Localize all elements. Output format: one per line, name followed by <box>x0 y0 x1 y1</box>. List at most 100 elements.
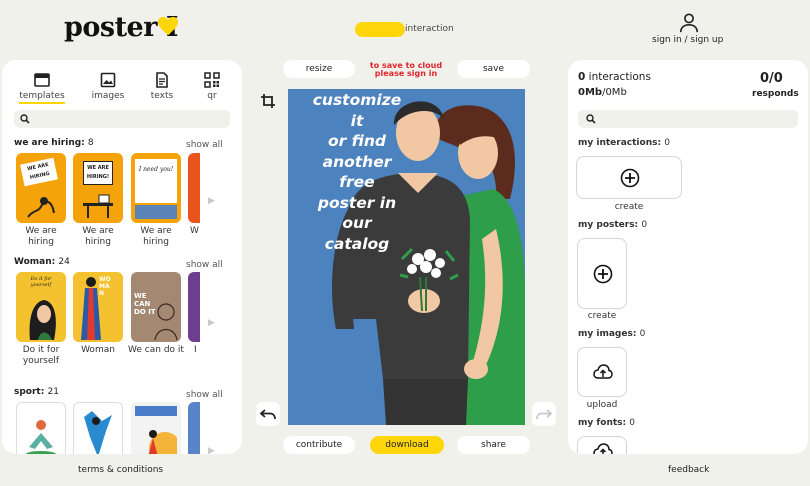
template-thumb-woman-4[interactable] <box>188 272 200 342</box>
account-panel: 0 interactions 0Mb/0Mb 0/0 responds my i… <box>568 60 808 454</box>
interaction-toggle[interactable] <box>355 22 405 37</box>
plus-circle-icon <box>620 168 640 188</box>
template-caption: We can do it <box>128 345 184 355</box>
template-caption: Do it for yourself <box>22 345 60 366</box>
redo-button[interactable] <box>532 402 556 426</box>
my-interactions-count: 0 <box>664 138 670 148</box>
create-interaction-card[interactable] <box>576 156 682 199</box>
thumb-banner <box>135 406 177 416</box>
heart-icon <box>158 16 178 36</box>
section-count: 8 <box>87 138 94 148</box>
search-icon <box>586 114 596 124</box>
template-thumb-hiring-2[interactable]: WE ARE HIRING! <box>73 153 123 223</box>
template-caption: We are hiring <box>25 226 57 247</box>
document-icon <box>156 72 168 88</box>
scroll-right-icon[interactable]: ▶ <box>208 318 215 328</box>
scroll-right-icon[interactable]: ▶ <box>208 446 215 454</box>
show-all-hiring-link[interactable]: show all <box>186 140 223 150</box>
signin-link[interactable]: sign in / sign up <box>652 35 723 45</box>
save-warning: to save to cloud please sign in <box>362 62 450 78</box>
responds-value: 0/0 <box>760 71 783 86</box>
template-caption: Woman <box>81 345 115 355</box>
template-thumb-hiring-3[interactable]: I need you! <box>131 153 181 223</box>
qr-code-icon <box>204 72 220 88</box>
resize-button[interactable]: resize <box>283 60 355 78</box>
template-thumb-sport-3[interactable] <box>131 402 181 454</box>
contribute-button[interactable]: contribute <box>283 436 355 454</box>
template-caption: I <box>194 345 197 355</box>
tab-texts[interactable]: texts <box>136 72 188 101</box>
poster-line: or find <box>327 132 387 150</box>
thumb-illustration <box>27 197 55 218</box>
tab-qr[interactable]: qr <box>186 72 238 101</box>
template-thumb-hiring-4[interactable] <box>188 153 200 223</box>
interactions-label: interactions <box>588 71 651 83</box>
poster-line: free <box>339 173 375 191</box>
thumb-illustration <box>25 420 57 454</box>
my-fonts-heading: my fonts: 0 <box>578 418 635 428</box>
save-button[interactable]: save <box>457 60 530 78</box>
storage-used: 0Mb <box>578 87 603 98</box>
show-all-woman-link[interactable]: show all <box>186 260 223 270</box>
poster-line: poster in <box>317 193 397 212</box>
image-icon <box>100 72 116 88</box>
download-button[interactable]: download <box>370 436 444 454</box>
template-thumb-woman-1[interactable]: Do it for yourself <box>16 272 66 342</box>
interaction-label[interactable]: interaction <box>405 24 454 34</box>
my-images-label: my images: <box>578 329 637 339</box>
my-fonts-count: 0 <box>629 418 636 428</box>
show-all-sport-link[interactable]: show all <box>186 390 223 400</box>
upload-font-card[interactable] <box>577 436 627 454</box>
terms-link[interactable]: terms & conditions <box>78 465 163 475</box>
template-thumb-sport-2[interactable] <box>73 402 123 454</box>
undo-button[interactable] <box>256 402 280 426</box>
feedback-link[interactable]: feedback <box>668 465 709 475</box>
templates-icon <box>34 73 50 87</box>
crop-button[interactable] <box>256 89 280 113</box>
upload-image-label: upload <box>586 400 618 410</box>
my-images-heading: my images: 0 <box>578 329 645 339</box>
crop-icon <box>261 94 275 108</box>
my-posters-label: my posters: <box>578 220 639 230</box>
plus-circle-icon <box>593 264 613 284</box>
template-thumb-sport-4[interactable] <box>188 402 200 454</box>
poster-line: customize <box>312 91 402 109</box>
upload-image-card[interactable] <box>577 347 627 397</box>
scroll-right-icon[interactable]: ▶ <box>208 196 215 206</box>
create-poster-label: create <box>587 311 617 321</box>
thumb-illustration <box>83 194 113 218</box>
template-thumb-sport-1[interactable] <box>16 402 66 454</box>
user-icon[interactable] <box>678 12 700 34</box>
section-title-text: we are hiring: <box>14 138 85 148</box>
template-thumb-woman-3[interactable]: WE CAN DO IT <box>131 272 181 342</box>
search-icon <box>20 114 30 124</box>
section-title-text: sport: <box>14 387 45 397</box>
thumb-sign: WE ARE HIRING <box>20 157 58 187</box>
section-title-hiring: we are hiring: 8 <box>14 138 94 148</box>
section-count: 24 <box>58 257 70 267</box>
thumb-illustration <box>148 430 177 454</box>
tab-templates[interactable]: templates <box>16 72 68 104</box>
interactions-count: 0 <box>578 71 586 83</box>
poster-headline[interactable]: customize it or find another free poster… <box>302 90 412 254</box>
tab-images[interactable]: images <box>82 72 134 101</box>
thumb-illustration <box>154 303 178 340</box>
templates-panel: templates images texts qr we are hiring:… <box>2 60 242 454</box>
storage-total: /0Mb <box>602 87 627 98</box>
template-search-input[interactable] <box>14 110 230 128</box>
my-fonts-label: my fonts: <box>578 418 627 428</box>
template-thumb-woman-2[interactable]: WOMAN <box>73 272 123 342</box>
my-images-count: 0 <box>639 329 646 339</box>
poster-line: it <box>350 111 364 130</box>
section-title-text: Woman: <box>14 257 56 267</box>
section-title-sport: sport: 21 <box>14 387 59 397</box>
thumb-illustration <box>84 411 112 454</box>
poster-line: catalog <box>324 234 390 253</box>
create-poster-card[interactable] <box>577 238 627 309</box>
my-posters-heading: my posters: 0 <box>578 220 647 230</box>
share-button[interactable]: share <box>457 436 530 454</box>
thumb-illustration <box>29 300 56 340</box>
template-thumb-hiring-1[interactable]: WE ARE HIRING <box>16 153 66 223</box>
account-search-input[interactable] <box>578 110 798 128</box>
save-warning-line2: please sign in <box>374 69 438 78</box>
